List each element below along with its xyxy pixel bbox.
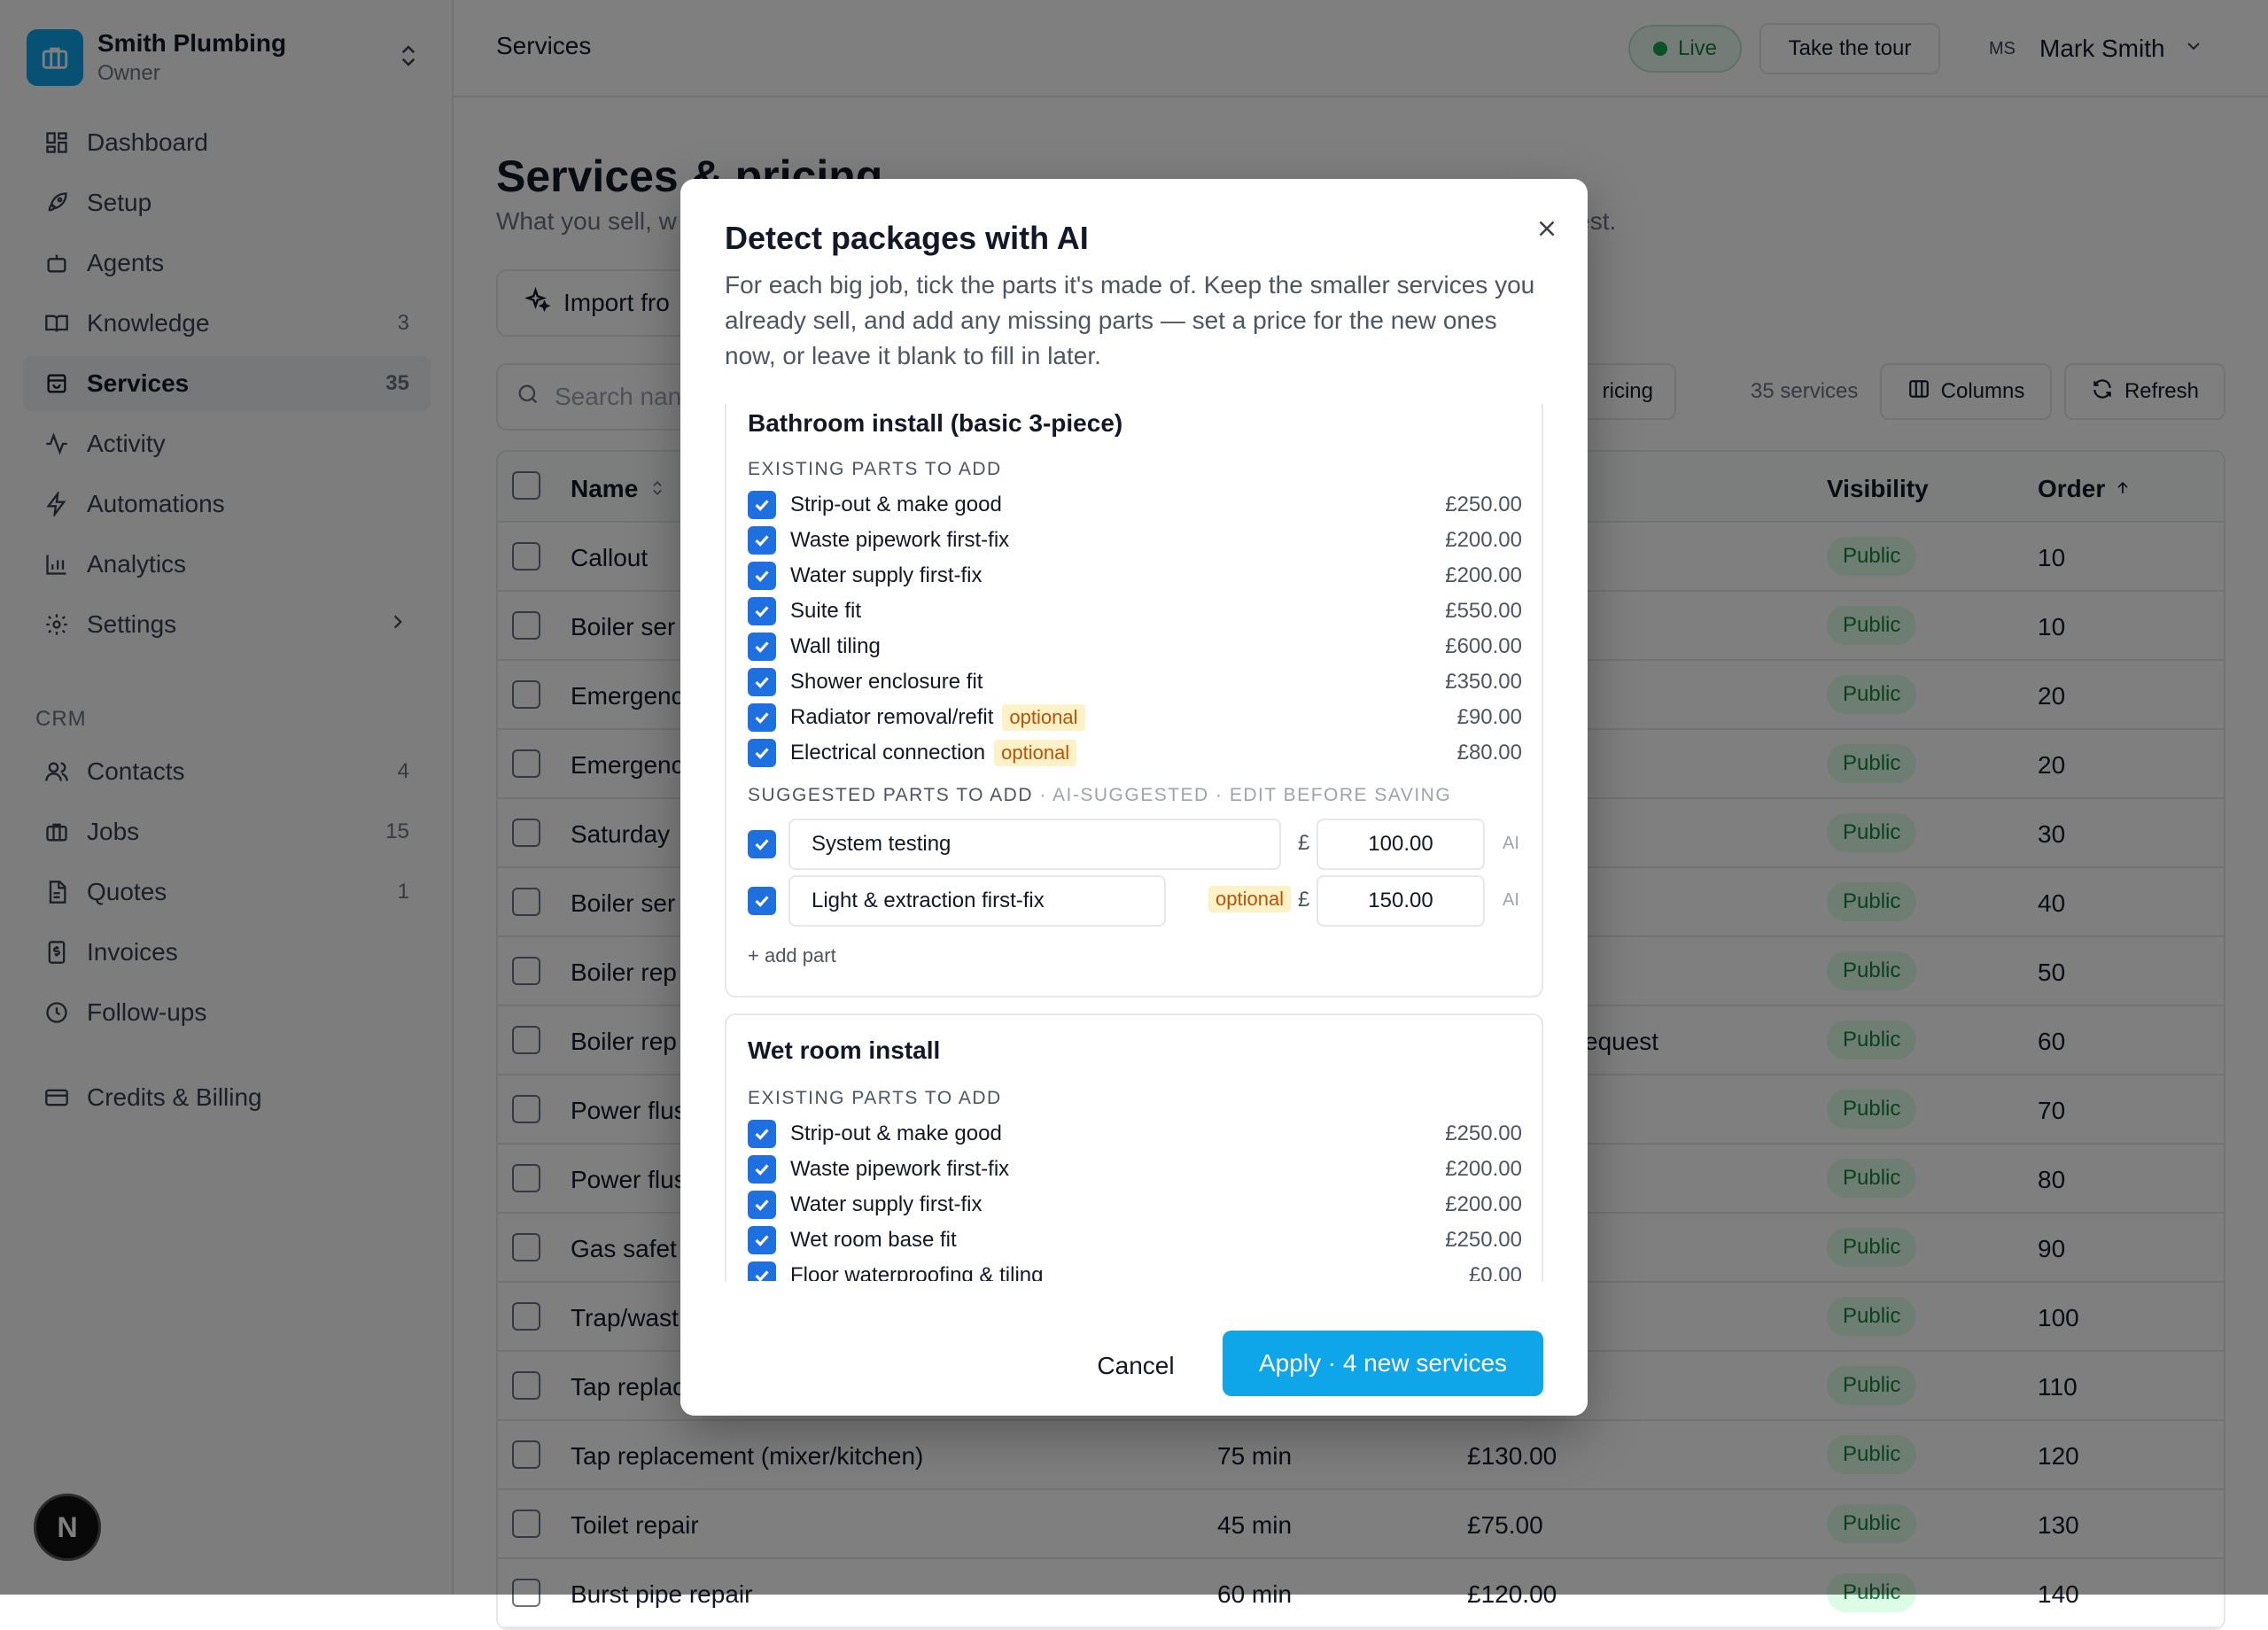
part-price-input[interactable]: 100.00 [1317, 819, 1485, 870]
suggested-label: SUGGESTED PARTS TO ADD [748, 785, 1034, 805]
part-price: £250.00 [1445, 1228, 1522, 1252]
part-checkbox[interactable] [748, 1261, 776, 1281]
part-checkbox[interactable] [748, 633, 776, 661]
part-name: Strip-out & make good [790, 493, 1002, 516]
packages-scroll-area[interactable]: Bathroom install (basic 3-piece) EXISTIN… [725, 404, 1543, 1281]
part-name: Wet room base fit [790, 1228, 957, 1252]
suggested-part-row: Light & extraction first-fix optional £ … [748, 875, 1522, 927]
part-checkbox[interactable] [748, 739, 776, 767]
existing-parts-heading: EXISTING PARTS TO ADD [748, 459, 1002, 479]
existing-parts-heading: EXISTING PARTS TO ADD [748, 1088, 1002, 1108]
close-icon[interactable] [1527, 209, 1566, 248]
part-price: £250.00 [1445, 1122, 1522, 1145]
existing-part-row: Waste pipework first-fix £200.00 [748, 1152, 1522, 1187]
currency-symbol: £ [1298, 831, 1310, 855]
existing-part-row: Strip-out & make good £250.00 [748, 487, 1522, 523]
part-price: £600.00 [1445, 634, 1522, 658]
part-price: £200.00 [1445, 1157, 1522, 1181]
suggested-part-row: System testing £ 100.00 AI [748, 819, 1522, 870]
part-name: Electrical connection [790, 741, 986, 765]
part-name: Strip-out & make good [790, 1122, 1002, 1145]
existing-part-row: Waste pipework first-fix £200.00 [748, 523, 1522, 558]
part-name-input[interactable]: System testing [788, 819, 1281, 870]
existing-part-row: Wall tiling £600.00 [748, 629, 1522, 664]
part-name: Wall tiling [790, 634, 881, 658]
part-price: £550.00 [1445, 599, 1522, 623]
part-name: Shower enclosure fit [790, 670, 983, 694]
existing-part-row: Suite fit £550.00 [748, 594, 1522, 629]
part-checkbox[interactable] [748, 1191, 776, 1219]
existing-part-row: Floor waterproofing & tiling £0.00 [748, 1258, 1522, 1281]
part-name: Radiator removal/refit [790, 705, 994, 729]
add-part-link[interactable]: + add part [748, 944, 836, 967]
part-name: Suite fit [790, 599, 862, 623]
package-title: Bathroom install (basic 3-piece) [748, 409, 1123, 437]
detect-packages-modal: Detect packages with AI For each big job… [680, 179, 1588, 1416]
existing-part-row: Strip-out & make good £250.00 [748, 1116, 1522, 1152]
apply-button[interactable]: Apply · 4 new services [1223, 1331, 1543, 1396]
part-price: £350.00 [1445, 670, 1522, 694]
existing-part-row: Electrical connection optional £80.00 [748, 735, 1522, 771]
ai-tag: AI [1503, 834, 1519, 853]
ai-tag: AI [1503, 890, 1519, 910]
suggested-note: · AI-SUGGESTED · EDIT BEFORE SAVING [1033, 785, 1452, 805]
part-price-input[interactable]: 150.00 [1317, 875, 1485, 927]
part-name: Waste pipework first-fix [790, 1157, 1010, 1181]
part-price: £80.00 [1456, 741, 1522, 765]
suggested-parts-heading: SUGGESTED PARTS TO ADD · AI-SUGGESTED · … [748, 785, 1451, 806]
package-title: Wet room install [748, 1036, 941, 1064]
optional-badge: optional [1002, 704, 1085, 731]
part-checkbox[interactable] [748, 1120, 776, 1148]
part-name: Waste pipework first-fix [790, 528, 1010, 552]
part-checkbox[interactable] [748, 562, 776, 590]
currency-symbol: £ [1298, 888, 1310, 912]
part-price: £200.00 [1445, 528, 1522, 552]
existing-part-row: Water supply first-fix £200.00 [748, 1187, 1522, 1222]
part-price: £90.00 [1456, 705, 1522, 729]
modal-footer: Cancel Apply · 4 new services [680, 1281, 1588, 1416]
existing-part-row: Wet room base fit £250.00 [748, 1222, 1522, 1258]
part-checkbox[interactable] [748, 668, 776, 696]
optional-badge: optional [994, 740, 1077, 766]
part-checkbox[interactable] [748, 887, 776, 915]
existing-part-row: Radiator removal/refit optional £90.00 [748, 700, 1522, 735]
part-price: £0.00 [1468, 1263, 1522, 1281]
part-checkbox[interactable] [748, 703, 776, 732]
part-price: £200.00 [1445, 1192, 1522, 1216]
cancel-button[interactable]: Cancel [1074, 1334, 1198, 1398]
part-name: Floor waterproofing & tiling [790, 1263, 1044, 1281]
optional-badge: optional [1208, 886, 1292, 912]
existing-part-row: Water supply first-fix £200.00 [748, 558, 1522, 594]
modal-description: For each big job, tick the parts it's ma… [725, 271, 1535, 369]
part-price: £200.00 [1445, 563, 1522, 587]
part-name-input[interactable]: Light & extraction first-fix [788, 875, 1166, 927]
existing-part-row: Shower enclosure fit £350.00 [748, 664, 1522, 700]
part-checkbox[interactable] [748, 491, 776, 519]
package-card: Bathroom install (basic 3-piece) EXISTIN… [725, 404, 1543, 997]
modal-title: Detect packages with AI [725, 220, 1089, 256]
part-name: Water supply first-fix [790, 1192, 983, 1216]
part-checkbox[interactable] [748, 1155, 776, 1184]
part-checkbox[interactable] [748, 597, 776, 625]
part-checkbox[interactable] [748, 830, 776, 858]
package-card: Wet room install EXISTING PARTS TO ADD S… [725, 1013, 1543, 1281]
part-price: £250.00 [1445, 493, 1522, 516]
part-name: Water supply first-fix [790, 563, 983, 587]
part-checkbox[interactable] [748, 526, 776, 555]
part-checkbox[interactable] [748, 1226, 776, 1254]
